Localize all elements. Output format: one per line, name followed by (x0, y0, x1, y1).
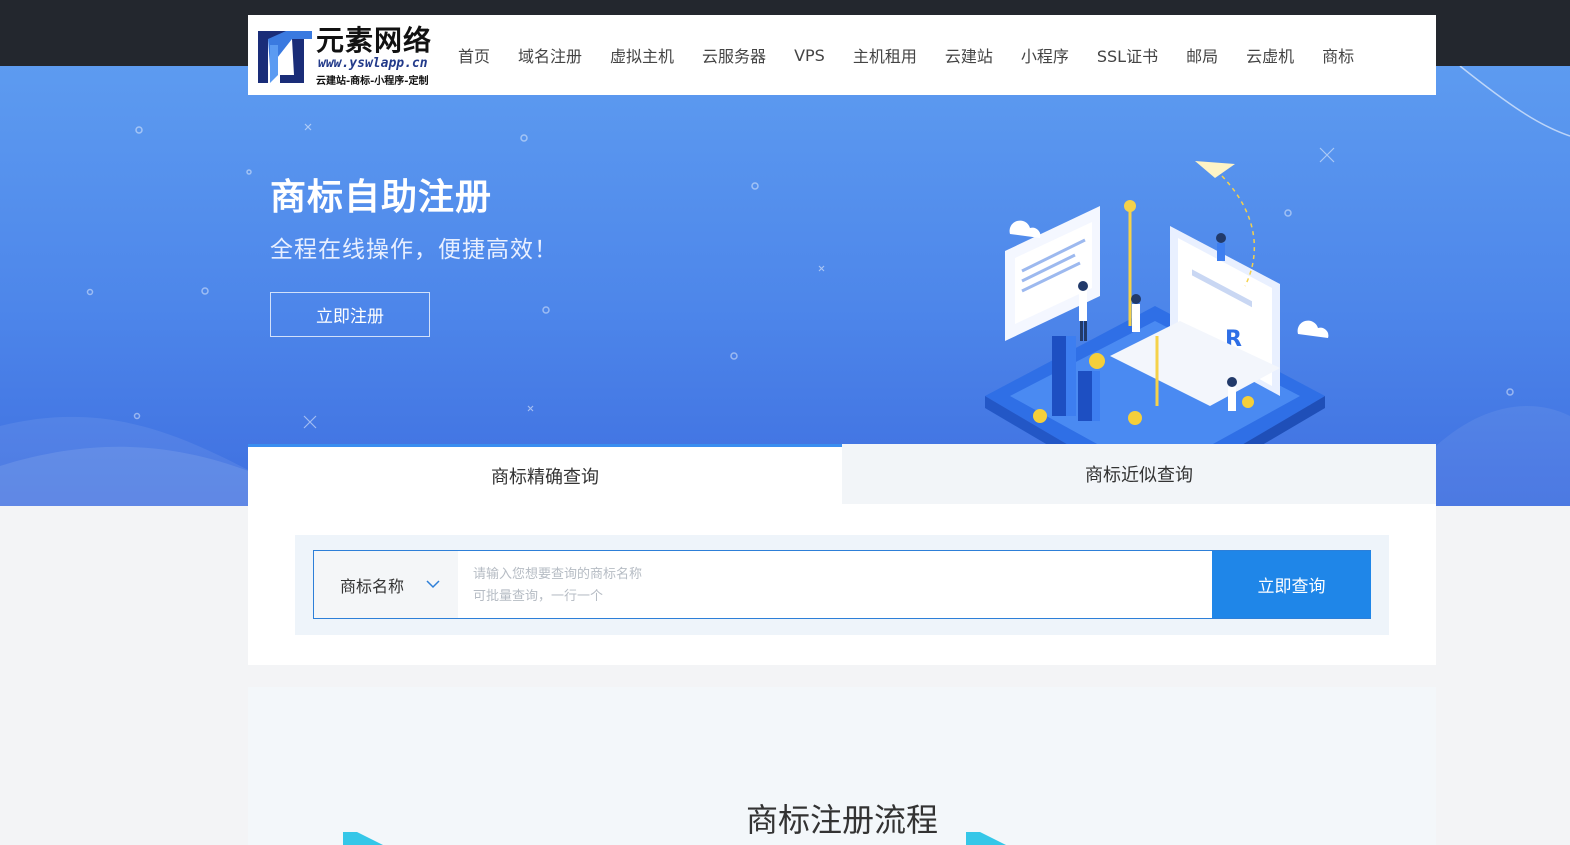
main-nav: 首页 域名注册 虚拟主机 云服务器 VPS 主机租用 云建站 小程序 SSL证书… (458, 15, 1382, 95)
nav-item-virtual-host[interactable]: 虚拟主机 (610, 43, 674, 67)
logo-url: www.yswlapp.cn (318, 56, 428, 71)
hero-title: 商标自助注册 (270, 177, 493, 218)
process-title: 商标注册流程 (745, 801, 938, 839)
nav-item-vps[interactable]: VPS (794, 46, 825, 65)
chevron-down-icon (426, 580, 440, 589)
nav-item-cloud-server[interactable]: 云服务器 (702, 43, 766, 67)
process-decoration-left (343, 832, 383, 845)
process-section: 商标注册流程 (248, 687, 1436, 845)
site-header: 元素网络 www.yswlapp.cn 云建站-商标-小程序-定制 首页 域名注… (248, 15, 1436, 95)
search-box: 商标名称 立即查询 (313, 550, 1371, 619)
nav-item-host-rental[interactable]: 主机租用 (853, 43, 917, 67)
logo-tagline: 云建站-商标-小程序-定制 (316, 76, 429, 87)
nav-item-home[interactable]: 首页 (458, 43, 490, 67)
site-logo[interactable]: 元素网络 www.yswlapp.cn 云建站-商标-小程序-定制 (256, 25, 438, 87)
nav-item-trademark[interactable]: 商标 (1322, 43, 1354, 67)
nav-item-ssl[interactable]: SSL证书 (1097, 43, 1158, 67)
search-area: 商标名称 立即查询 (295, 535, 1389, 635)
search-tabs: 商标精确查询 商标近似查询 (248, 444, 1436, 504)
tab-similar-search[interactable]: 商标近似查询 (842, 444, 1436, 504)
process-decoration-right (966, 832, 1006, 845)
search-type-label: 商标名称 (340, 576, 405, 596)
logo-title: 元素网络 (316, 24, 433, 57)
hero-subtitle: 全程在线操作，便捷高效！ (270, 237, 558, 263)
logo-mark-icon (258, 31, 312, 83)
register-now-button[interactable]: 立即注册 (270, 292, 430, 337)
hero-banner: R (0, 66, 1570, 506)
nav-item-mail[interactable]: 邮局 (1186, 43, 1218, 67)
tab-exact-search[interactable]: 商标精确查询 (248, 444, 842, 504)
nav-item-cloud-vm[interactable]: 云虚机 (1246, 43, 1294, 67)
nav-item-domain[interactable]: 域名注册 (518, 43, 582, 67)
nav-item-site-builder[interactable]: 云建站 (945, 43, 993, 67)
trademark-search-card: 商标精确查询 商标近似查询 商标名称 立即查询 (248, 444, 1436, 665)
nav-item-mini-program[interactable]: 小程序 (1021, 43, 1069, 67)
search-type-select[interactable]: 商标名称 (314, 551, 458, 618)
search-input[interactable] (458, 551, 1212, 618)
search-now-button[interactable]: 立即查询 (1212, 551, 1371, 618)
